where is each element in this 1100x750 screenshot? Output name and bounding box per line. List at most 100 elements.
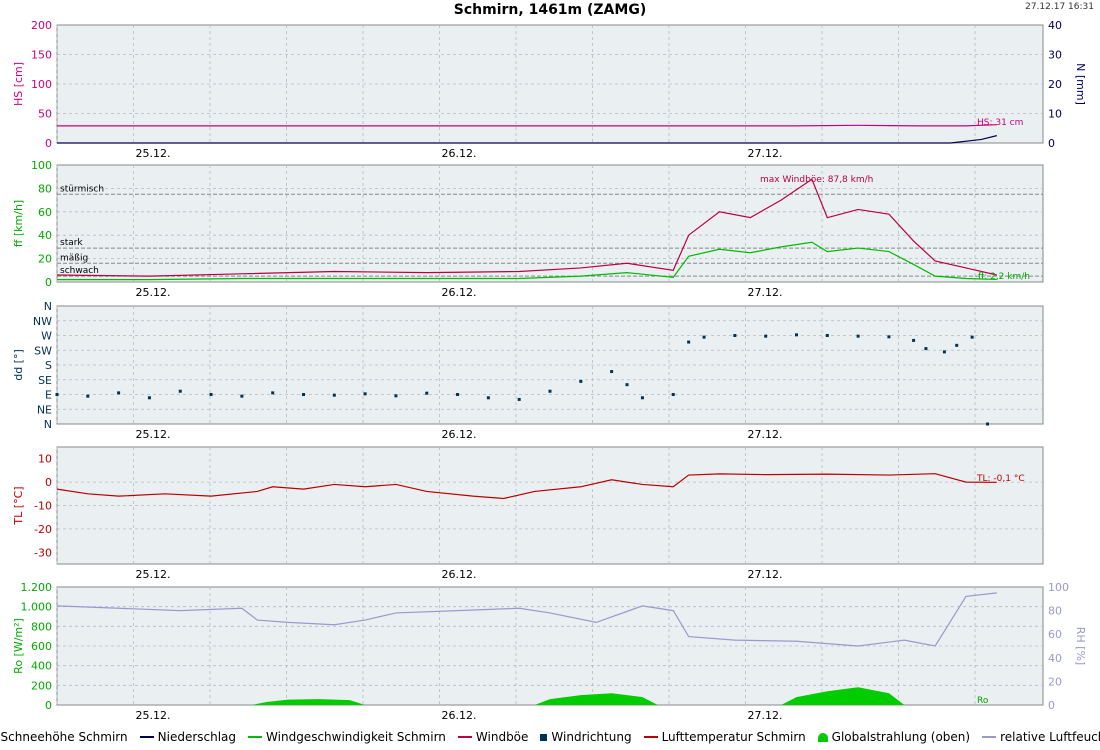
- legend-label: Niederschlag: [157, 730, 237, 744]
- panel-1-xtick: 26.12.: [442, 286, 477, 299]
- legend-item: Windgeschwindigkeit Schmirn: [248, 730, 446, 744]
- panel-0-ytick-right: 10: [1048, 108, 1062, 121]
- panel-4-ytick: 400: [31, 660, 52, 673]
- panel-0-ytick-right: 0: [1048, 137, 1055, 150]
- wind-direction-point: [856, 334, 860, 338]
- panel-1-xtick: 25.12.: [136, 286, 171, 299]
- legend-item: Windrichtung: [540, 730, 632, 744]
- legend: Schneehöhe Schmirn Niederschlag Windgeschw…: [0, 730, 1100, 744]
- wind-direction-point: [548, 389, 552, 393]
- legend-label: Schneehöhe Schmirn: [0, 730, 128, 744]
- panel-4-ylabel: Ro [W/m²]: [12, 618, 25, 674]
- legend-swatch: [457, 736, 472, 738]
- panel-0-xtick: 26.12.: [442, 147, 477, 160]
- panel-3-ytick: -20: [34, 523, 52, 536]
- legend-label: relative Luftfeuchte: [1000, 730, 1100, 744]
- wind-direction-point: [795, 333, 798, 337]
- panel-1-ref-label: mäßig: [60, 253, 88, 263]
- legend-swatch: [139, 736, 154, 738]
- panel-2-ylabel: dd [°]: [12, 349, 25, 381]
- panel-1-ytick: 0: [45, 276, 52, 289]
- legend-label: Lufttemperatur Schmirn: [661, 730, 806, 744]
- panel-1-ytick: 80: [38, 182, 52, 195]
- panel-4-ytick: 200: [31, 679, 52, 692]
- panel-2-ytick: NE: [37, 403, 52, 416]
- panel-3-ytick: 0: [45, 476, 52, 489]
- panel-4-ytick-right: 40: [1048, 652, 1062, 665]
- panel-0-ylabel-right: N [mm]: [1074, 63, 1087, 105]
- panel-4-ytick: 800: [31, 620, 52, 633]
- wind-direction-point: [394, 394, 398, 398]
- wind-direction-point: [425, 391, 429, 395]
- panel-4-ylabel-right: RH [%]: [1074, 627, 1087, 665]
- panel-3-ytick: -10: [34, 500, 52, 513]
- wind-direction-point: [363, 392, 367, 396]
- panel-3-annotation: TL: -0,1 °C: [976, 474, 1025, 484]
- legend-swatch: [817, 732, 828, 742]
- panel-3-xtick: 26.12.: [442, 568, 477, 581]
- wind-direction-point: [625, 383, 629, 387]
- panel-2-ytick: N: [44, 418, 52, 431]
- panel-2-ytick: N: [44, 300, 52, 313]
- panel-1-ylabel: ff [km/h]: [12, 200, 25, 247]
- panel-2-ytick: NW: [33, 315, 52, 328]
- panel-0-ytick: 100: [31, 78, 52, 91]
- wind-direction-point: [579, 379, 583, 383]
- panel-2-ytick: SE: [38, 374, 52, 387]
- panel-2-ytick: SW: [34, 344, 52, 357]
- wind-direction-point: [55, 393, 59, 396]
- wind-direction-point: [764, 334, 768, 338]
- panel-1-ytick: 40: [38, 229, 52, 242]
- panel-2-xtick: 26.12.: [442, 428, 477, 441]
- wind-direction-point: [942, 350, 946, 354]
- panel-4-ytick: 1.200: [21, 581, 53, 594]
- panel-1-annotation-ff: ff: 2,2 km/h: [978, 272, 1030, 282]
- wind-direction-point: [332, 393, 336, 397]
- panel-0-ytick: 50: [38, 108, 52, 121]
- legend-label: Windgeschwindigkeit Schmirn: [266, 730, 446, 744]
- legend-swatch: [540, 733, 548, 741]
- wind-direction-point: [825, 334, 829, 337]
- legend-swatch: [248, 736, 263, 738]
- legend-label: Windrichtung: [551, 730, 632, 744]
- wind-direction-point: [640, 396, 644, 400]
- panel-2-xtick: 25.12.: [136, 428, 171, 441]
- wind-direction-point: [86, 394, 90, 398]
- legend-swatch: [982, 736, 997, 738]
- panel-1-plot-area: [56, 164, 1044, 283]
- panel-4-ytick-right: 100: [1048, 581, 1069, 594]
- wind-direction-point: [887, 335, 891, 339]
- legend-swatch: [643, 736, 658, 738]
- panel-0-ytick-right: 40: [1048, 19, 1062, 32]
- legend-label: Windböe: [475, 730, 529, 744]
- wind-direction-point: [986, 422, 990, 426]
- legend-item: Globalstrahlung (oben): [817, 730, 970, 744]
- panel-1-ref-label: stürmisch: [60, 184, 104, 194]
- wind-direction-point: [240, 394, 244, 398]
- panel-1-annotation-max: max Windböe: 87,8 km/h: [760, 175, 873, 185]
- meteogram: Schmirn, 1461m (ZAMG) 27.12.17 16:31 0 50…: [0, 0, 1100, 750]
- panel-0-ylabel: HS [cm]: [12, 62, 25, 106]
- panel-4-annotation: Ro: [977, 696, 989, 706]
- wind-direction-point: [302, 393, 305, 396]
- panel-4-ytick-right: 20: [1048, 675, 1062, 688]
- panel-0-xtick: 25.12.: [136, 147, 171, 160]
- wind-direction-point: [912, 338, 916, 342]
- wind-direction-point: [970, 335, 974, 339]
- panel-0-ytick-right: 30: [1048, 49, 1062, 62]
- wind-direction-point: [117, 391, 121, 395]
- wind-direction-point: [178, 389, 182, 393]
- panel-3-xtick: 25.12.: [136, 568, 171, 581]
- wind-direction-point: [955, 343, 959, 347]
- wind-direction-point: [486, 396, 490, 400]
- panel-0-ytick: 200: [31, 19, 52, 32]
- panel-1-ytick: 60: [38, 206, 52, 219]
- panel-2-ytick: W: [41, 330, 52, 343]
- wind-direction-point: [687, 340, 691, 344]
- wind-direction-point: [209, 393, 213, 396]
- wind-direction-point: [671, 393, 675, 396]
- legend-item: Niederschlag: [139, 730, 237, 744]
- panel-1-ref-label: stark: [60, 238, 83, 248]
- panel-0-ytick: 0: [45, 137, 52, 150]
- panel-4-xtick: 25.12.: [136, 709, 171, 722]
